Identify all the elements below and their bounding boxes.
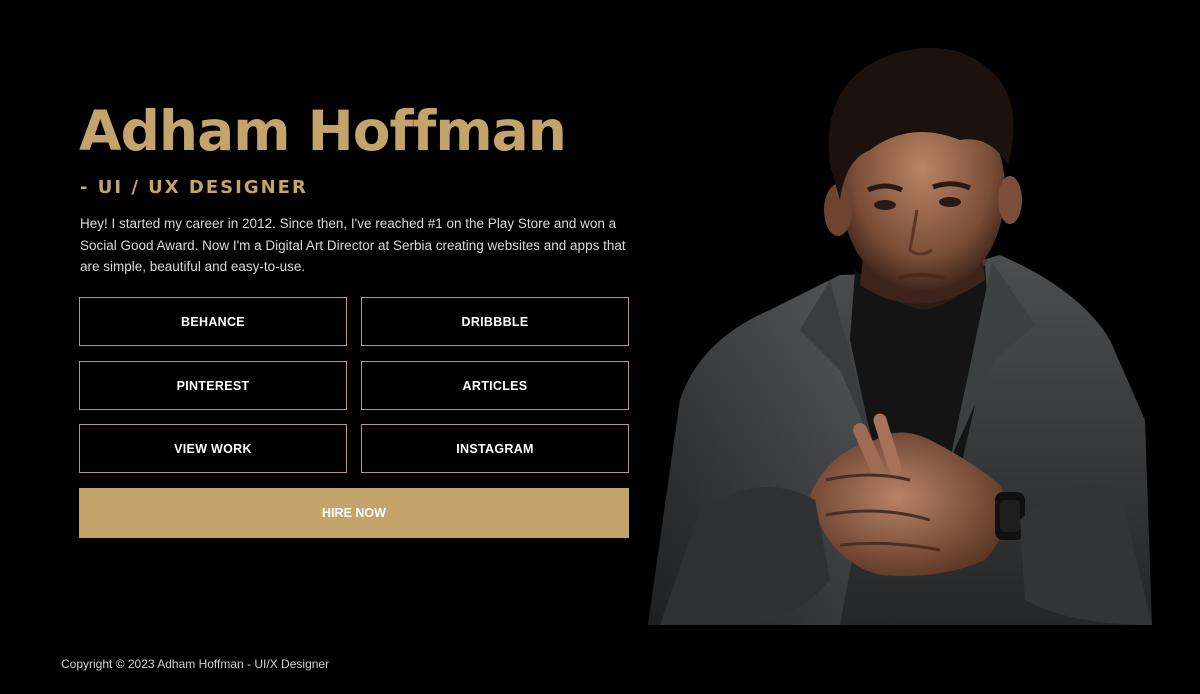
portrait-photo [648, 47, 1152, 625]
view-work-button[interactable]: VIEW WORK [79, 424, 347, 473]
portfolio-page: Adham Hoffman - UI / UX DESIGNER Hey! I … [0, 0, 1200, 694]
behance-button[interactable]: BEHANCE [79, 297, 347, 346]
pinterest-button[interactable]: PINTEREST [79, 361, 347, 410]
dribbble-button[interactable]: DRIBBBLE [361, 297, 629, 346]
hero-name: Adham Hoffman [79, 99, 567, 163]
hero-role: - UI / UX DESIGNER [80, 177, 308, 198]
instagram-button[interactable]: INSTAGRAM [361, 424, 629, 473]
articles-button[interactable]: ARTICLES [361, 361, 629, 410]
hero-bio: Hey! I started my career in 2012. Since … [80, 216, 626, 274]
hire-now-button[interactable]: HIRE NOW [79, 488, 629, 538]
footer-copyright: Copyright © 2023 Adham Hoffman - UI/X De… [61, 657, 330, 671]
